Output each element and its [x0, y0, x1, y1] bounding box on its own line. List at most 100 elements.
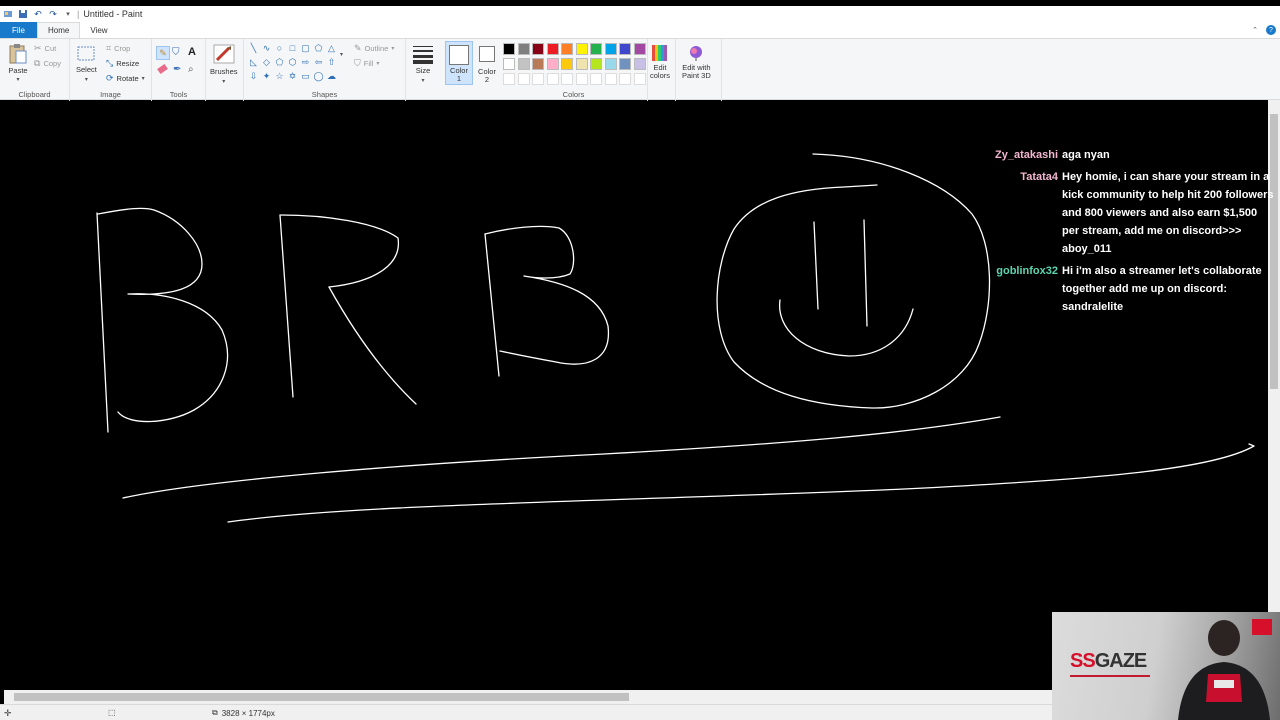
palette-swatch[interactable] [561, 43, 573, 55]
pentagon-shape-icon[interactable]: ⬠ [274, 57, 285, 67]
shapes-group: ╲ ∿ ○ □ ▢ ⬠ △ ◺ ◇ ⬠ ⬡ ⇨ ⇦ ⇧ ⇩ ✦ ☆ ✡ ▭ ◯ [244, 39, 406, 101]
color1-button[interactable]: Color 1 [445, 41, 473, 85]
palette-swatch[interactable] [575, 43, 588, 55]
right-triangle-shape-icon[interactable]: ◺ [248, 57, 259, 67]
palette-swatch[interactable] [532, 43, 544, 55]
cut-button[interactable]: ✂ Cut [34, 43, 56, 54]
selection-icon: ⬚ [108, 708, 116, 717]
shapes-gallery[interactable]: ╲ ∿ ○ □ ▢ ⬠ △ ◺ ◇ ⬠ ⬡ ⇨ ⇦ ⇧ ⇩ ✦ ☆ ✡ ▭ ◯ [248, 43, 346, 83]
rotate-button[interactable]: ⟳ Rotate ▾ [106, 73, 145, 84]
clipboard-group: Paste ▾ ✂ Cut ⧉ Copy Clipboard [0, 39, 70, 101]
outline-button[interactable]: ✎ Outline ▾ [354, 43, 394, 54]
polygon-shape-icon[interactable]: ⬠ [313, 43, 324, 53]
color-picker-tool-button[interactable]: ✒ [173, 64, 181, 75]
paste-button[interactable]: Paste ▾ [8, 43, 28, 83]
scissors-icon: ✂ [34, 43, 42, 53]
drawn-letter-b-2-stem [484, 233, 500, 377]
crop-icon: ⌗ [106, 43, 112, 53]
palette-swatch[interactable] [604, 43, 617, 55]
cursor-position: ✛ [4, 708, 12, 719]
collapse-ribbon-icon[interactable]: ⌃ [1252, 26, 1258, 34]
oval-callout-shape-icon[interactable]: ◯ [313, 71, 324, 81]
shapes-scroll-icon[interactable]: ▾ [340, 51, 343, 58]
redo-icon[interactable]: ↷ [48, 9, 58, 19]
crop-button[interactable]: ⌗ Crop [106, 43, 130, 54]
rounded-callout-shape-icon[interactable]: ▭ [300, 71, 311, 81]
rounded-rect-shape-icon[interactable]: ▢ [300, 43, 311, 53]
copy-button[interactable]: ⧉ Copy [34, 58, 61, 69]
magnifier-tool-button[interactable]: ⌕ [188, 64, 194, 75]
palette-swatch[interactable] [546, 58, 559, 70]
five-point-star-shape-icon[interactable]: ☆ [274, 71, 285, 81]
custom-color-slot[interactable] [561, 73, 573, 85]
cloud-callout-shape-icon[interactable]: ☁ [326, 71, 337, 81]
line-shape-icon[interactable]: ╲ [248, 43, 259, 53]
pencil-tool-button[interactable]: ✎ [156, 46, 170, 60]
oval-shape-icon[interactable]: ○ [274, 43, 285, 53]
palette-swatch[interactable] [517, 43, 530, 55]
tab-view[interactable]: View [80, 22, 117, 38]
chat-text: Hi i'm also a streamer let's collaborate… [1062, 265, 1262, 313]
palette-swatch[interactable] [604, 58, 617, 70]
fill-tool-button[interactable]: ⛉ [172, 47, 180, 58]
palette-swatch[interactable] [619, 58, 631, 70]
customize-qa-chevron-icon[interactable]: ▾ [63, 9, 73, 19]
horizontal-scrollbar-thumb[interactable] [14, 693, 629, 701]
color1-number: 1 [456, 74, 462, 83]
tab-home[interactable]: Home [37, 22, 81, 38]
palette-swatch[interactable] [546, 43, 559, 55]
drawn-letter-b-1 [96, 212, 109, 433]
four-point-star-shape-icon[interactable]: ✦ [261, 71, 272, 81]
palette-swatch[interactable] [517, 58, 530, 70]
rectangle-shape-icon[interactable]: □ [287, 43, 298, 53]
help-icon[interactable]: ? [1266, 25, 1276, 35]
size-button[interactable]: Size ▾ [412, 44, 434, 84]
tab-file[interactable]: File [0, 22, 37, 38]
palette-swatch[interactable] [633, 43, 646, 55]
diamond-shape-icon[interactable]: ◇ [261, 57, 272, 67]
curve-shape-icon[interactable]: ∿ [261, 43, 272, 53]
left-arrow-shape-icon[interactable]: ⇦ [313, 57, 324, 67]
brushes-button[interactable]: Brushes ▾ [210, 43, 238, 85]
palette-swatch[interactable] [503, 58, 515, 70]
tools-group: ✎ ⛉ A ✒ ⌕ Tools [152, 39, 206, 101]
eraser-tool-button[interactable] [157, 63, 168, 75]
six-point-star-shape-icon[interactable]: ✡ [287, 71, 298, 81]
color1-swatch [449, 45, 469, 65]
color2-number: 2 [484, 75, 490, 84]
drawn-smiley-left-eye [813, 221, 819, 310]
palette-swatch[interactable] [619, 43, 631, 55]
down-arrow-shape-icon[interactable]: ⇩ [248, 71, 259, 81]
custom-color-slot[interactable] [590, 73, 602, 85]
edit-with-paint3d-button[interactable]: Edit with Paint 3D [682, 44, 711, 80]
select-button[interactable]: Select ▾ [76, 45, 97, 83]
palette-swatch[interactable] [633, 58, 646, 70]
palette-swatch[interactable] [590, 58, 602, 70]
up-arrow-shape-icon[interactable]: ⇧ [326, 57, 337, 67]
palette-swatch[interactable] [532, 58, 544, 70]
undo-icon[interactable]: ↶ [33, 9, 43, 19]
custom-color-slot[interactable] [546, 73, 559, 85]
hexagon-shape-icon[interactable]: ⬡ [287, 57, 298, 67]
palette-swatch[interactable] [575, 58, 588, 70]
custom-color-slot[interactable] [503, 73, 515, 85]
resize-button[interactable]: ⤡ Resize [106, 58, 139, 69]
chat-message: Tatata4 Hey homie, i can share your stre… [990, 168, 1275, 258]
palette-swatch[interactable] [503, 43, 515, 55]
triangle-shape-icon[interactable]: △ [326, 43, 337, 53]
save-icon[interactable] [18, 9, 28, 19]
custom-color-slot[interactable] [575, 73, 588, 85]
custom-color-slot[interactable] [517, 73, 530, 85]
custom-color-slot[interactable] [633, 73, 646, 85]
edit-colors-button[interactable]: Edit colors [650, 44, 670, 80]
palette-swatch[interactable] [561, 58, 573, 70]
palette-swatch[interactable] [590, 43, 602, 55]
text-tool-button[interactable]: A [188, 46, 196, 58]
custom-color-slot[interactable] [619, 73, 631, 85]
right-arrow-shape-icon[interactable]: ⇨ [300, 57, 311, 67]
fill-button[interactable]: ⛉ Fill ▾ [354, 58, 379, 69]
custom-color-slot[interactable] [532, 73, 544, 85]
custom-color-slot[interactable] [604, 73, 617, 85]
tools-group-label: Tools [169, 90, 188, 99]
color2-button[interactable]: Color 2 [476, 44, 498, 84]
